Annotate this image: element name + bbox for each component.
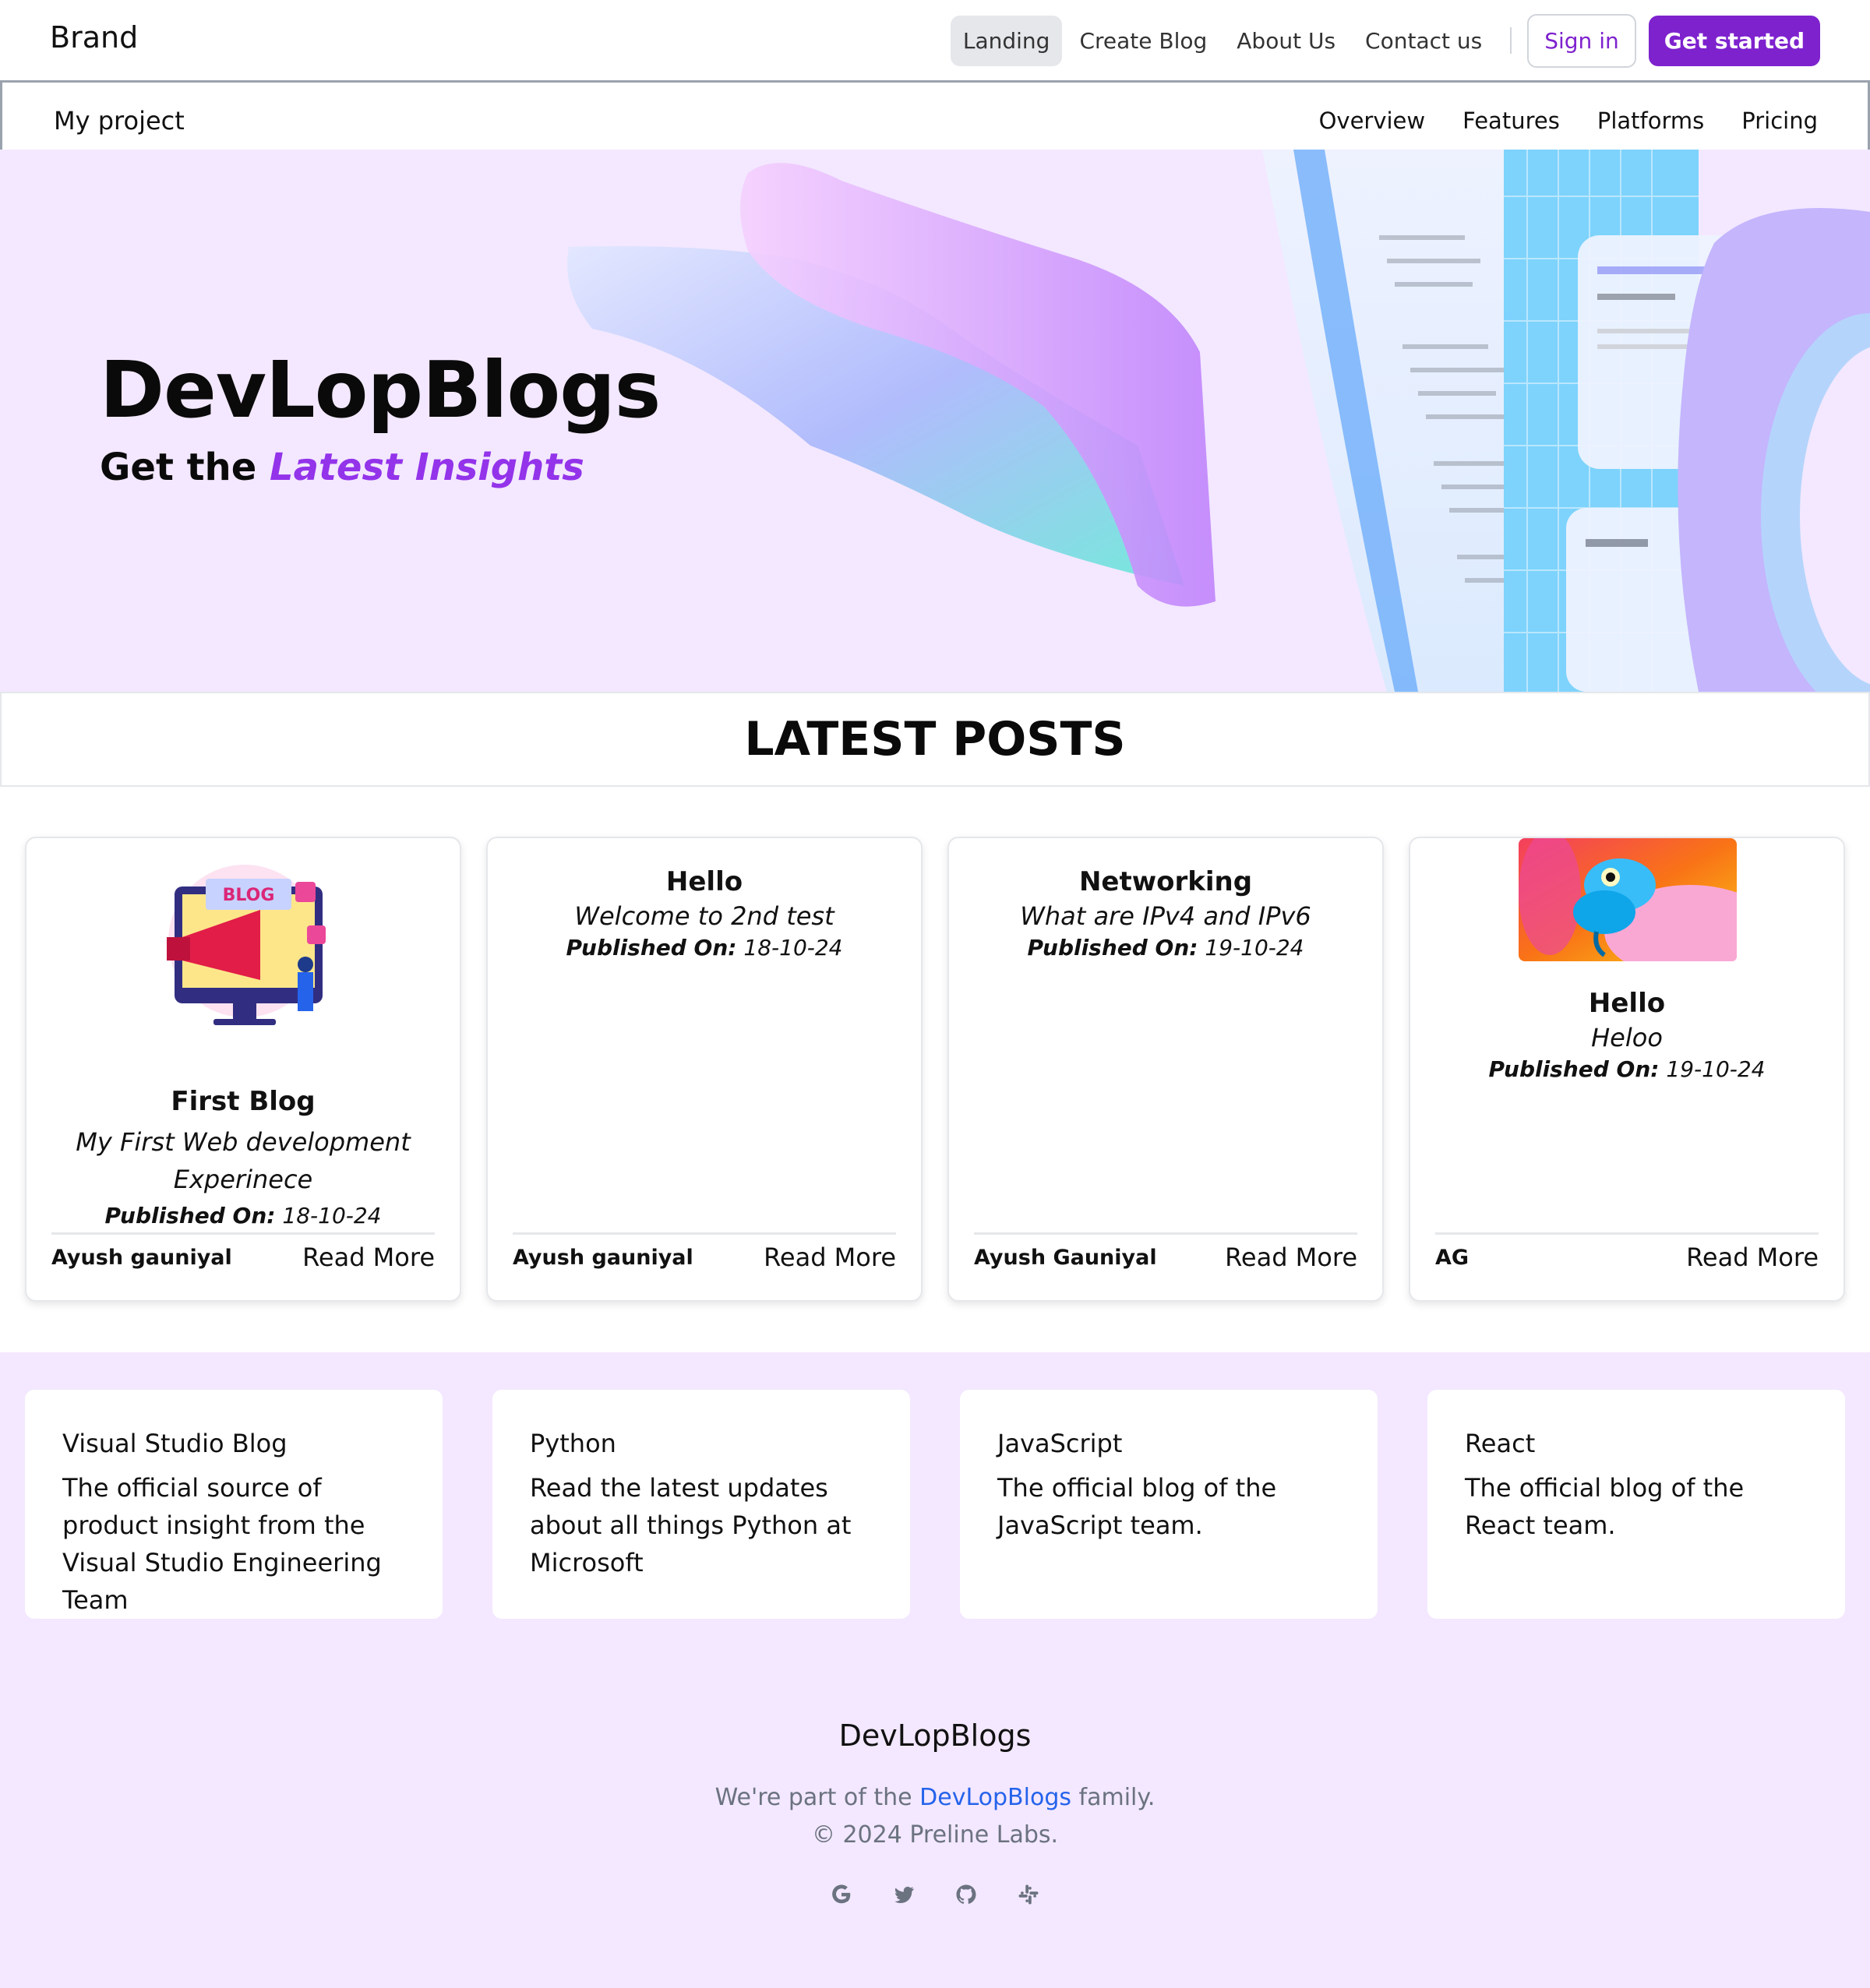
published-date: 18-10-24: [743, 935, 843, 961]
post-date: Published On: 18-10-24: [26, 1203, 460, 1228]
post-card-footer: Ayush Gauniyal Read More: [974, 1232, 1357, 1272]
footer-text-suffix: family.: [1071, 1784, 1156, 1811]
footer-family-line: We're part of the DevLopBlogs family.: [0, 1779, 1870, 1817]
blog-link-card[interactable]: React The official blog of the React tea…: [1427, 1390, 1845, 1619]
footer-family-link[interactable]: DevLopBlogs: [919, 1784, 1071, 1811]
subnav-overview[interactable]: Overview: [1319, 108, 1426, 134]
blog-name: JavaScript: [997, 1429, 1123, 1458]
post-author: Ayush gauniyal: [513, 1245, 693, 1270]
post-description: Heloo: [1591, 1023, 1663, 1052]
subnav-pricing[interactable]: Pricing: [1741, 108, 1818, 134]
published-label: Published On:: [566, 935, 737, 961]
post-card-footer: Ayush gauniyal Read More: [51, 1232, 435, 1272]
subnav-platforms[interactable]: Platforms: [1597, 108, 1704, 134]
top-navbar: Brand Landing Create Blog About Us Conta…: [0, 0, 1870, 83]
read-more-link[interactable]: Read More: [764, 1242, 896, 1272]
twitter-icon[interactable]: [891, 1882, 916, 1907]
nav-contact-us[interactable]: Contact us: [1353, 16, 1494, 66]
post-date: Published On: 19-10-24: [1410, 1056, 1844, 1082]
post-author: AG: [1435, 1245, 1470, 1270]
post-date: Published On: 18-10-24: [488, 935, 921, 961]
google-icon[interactable]: [829, 1882, 854, 1907]
project-subnav: My project Overview Features Platforms P…: [0, 83, 1870, 150]
read-more-link[interactable]: Read More: [1686, 1242, 1819, 1272]
read-more-link[interactable]: Read More: [1225, 1242, 1357, 1272]
post-description: My First Web development Experinece: [76, 1127, 411, 1194]
published-date: 19-10-24: [1205, 935, 1304, 961]
post-card[interactable]: BLOG First Blog My First Web development…: [25, 837, 461, 1302]
post-author: Ayush Gauniyal: [974, 1245, 1157, 1270]
blog-description: Read the latest updates about all things…: [530, 1473, 852, 1577]
social-links: [0, 1882, 1870, 1907]
post-title[interactable]: Networking: [949, 866, 1382, 897]
brand-logo[interactable]: Brand: [50, 20, 138, 55]
subnav-features[interactable]: Features: [1462, 108, 1560, 134]
hero-subtitle-prefix: Get the: [100, 446, 270, 489]
latest-posts-title: LATEST POSTS: [744, 712, 1126, 767]
post-card-body: First Blog My First Web development Expe…: [26, 1086, 460, 1228]
blog-link-card[interactable]: Visual Studio Blog The official source o…: [25, 1390, 443, 1619]
post-author: Ayush gauniyal: [51, 1245, 232, 1270]
post-date: Published On: 19-10-24: [949, 935, 1382, 961]
nav-create-blog[interactable]: Create Blog: [1067, 16, 1219, 66]
featured-blogs: Visual Studio Blog The official source o…: [25, 1390, 1845, 1619]
nav-landing[interactable]: Landing: [950, 15, 1063, 66]
blog-description: The official source of product insight f…: [62, 1473, 382, 1615]
blog-link-card[interactable]: JavaScript The official blog of the Java…: [960, 1390, 1378, 1619]
published-label: Published On:: [1488, 1056, 1660, 1082]
site-footer: DevLopBlogs We're part of the DevLopBlog…: [0, 1718, 1870, 1907]
published-date: 19-10-24: [1666, 1056, 1766, 1082]
post-title[interactable]: Hello: [1410, 988, 1844, 1019]
hero-section: DevLopBlogs Get the Latest Insights: [0, 150, 1870, 692]
hero-illustration: [567, 150, 1870, 692]
post-card-body: Hello Welcome to 2nd test Published On: …: [488, 866, 921, 961]
hero-subtitle-highlight: Latest Insights: [270, 446, 584, 489]
post-card[interactable]: Hello Heloo Published On: 19-10-24 AG Re…: [1409, 837, 1845, 1302]
blog-name: React: [1465, 1429, 1536, 1458]
post-title[interactable]: Hello: [488, 866, 921, 897]
blog-name: Python: [530, 1429, 616, 1458]
footer-copyright: © 2024 Preline Labs.: [811, 1821, 1059, 1849]
blog-description: The official blog of the React team.: [1465, 1473, 1745, 1540]
sign-in-button[interactable]: Sign in: [1527, 13, 1636, 68]
footer-title: DevLopBlogs: [838, 1718, 1032, 1753]
post-card-body: Networking What are IPv4 and IPv6 Publis…: [949, 866, 1382, 961]
published-label: Published On:: [1027, 935, 1198, 961]
svg-text:BLOG: BLOG: [223, 886, 275, 905]
chameleon-image: [1519, 838, 1737, 961]
post-card-footer: Ayush gauniyal Read More: [513, 1232, 896, 1272]
slack-icon[interactable]: [1016, 1882, 1041, 1907]
read-more-link[interactable]: Read More: [302, 1242, 435, 1272]
blogs-and-footer-section: Visual Studio Blog The official source o…: [0, 1352, 1870, 1988]
nav-divider: [1510, 27, 1512, 54]
github-icon[interactable]: [954, 1882, 979, 1907]
blog-description: The official blog of the JavaScript team…: [997, 1473, 1277, 1540]
post-card[interactable]: Networking What are IPv4 and IPv6 Publis…: [947, 837, 1384, 1302]
blog-megaphone-image: BLOG: [167, 865, 326, 1025]
post-cards: BLOG First Blog My First Web development…: [25, 837, 1845, 1302]
hero-subtitle: Get the Latest Insights: [100, 446, 584, 489]
post-card[interactable]: Hello Welcome to 2nd test Published On: …: [486, 837, 923, 1302]
blog-link-card[interactable]: Python Read the latest updates about all…: [492, 1390, 910, 1619]
published-date: 18-10-24: [282, 1203, 382, 1228]
post-card-footer: AG Read More: [1435, 1232, 1819, 1272]
published-label: Published On:: [104, 1203, 276, 1228]
hero-title: DevLopBlogs: [100, 344, 661, 435]
post-title[interactable]: First Blog: [26, 1086, 460, 1117]
post-card-body: Hello Heloo Published On: 19-10-24: [1410, 988, 1844, 1082]
subnav-links: Overview Features Platforms Pricing: [1319, 108, 1818, 134]
latest-posts-header: LATEST POSTS: [0, 692, 1870, 787]
get-started-button[interactable]: Get started: [1648, 15, 1820, 66]
project-title[interactable]: My project: [54, 106, 185, 136]
footer-text-prefix: We're part of the: [714, 1784, 920, 1811]
post-description: Welcome to 2nd test: [574, 901, 834, 931]
main-nav: Landing Create Blog About Us Contact us …: [950, 12, 1820, 69]
post-description: What are IPv4 and IPv6: [1020, 901, 1311, 931]
nav-about-us[interactable]: About Us: [1224, 16, 1348, 66]
blog-name: Visual Studio Blog: [62, 1429, 288, 1458]
